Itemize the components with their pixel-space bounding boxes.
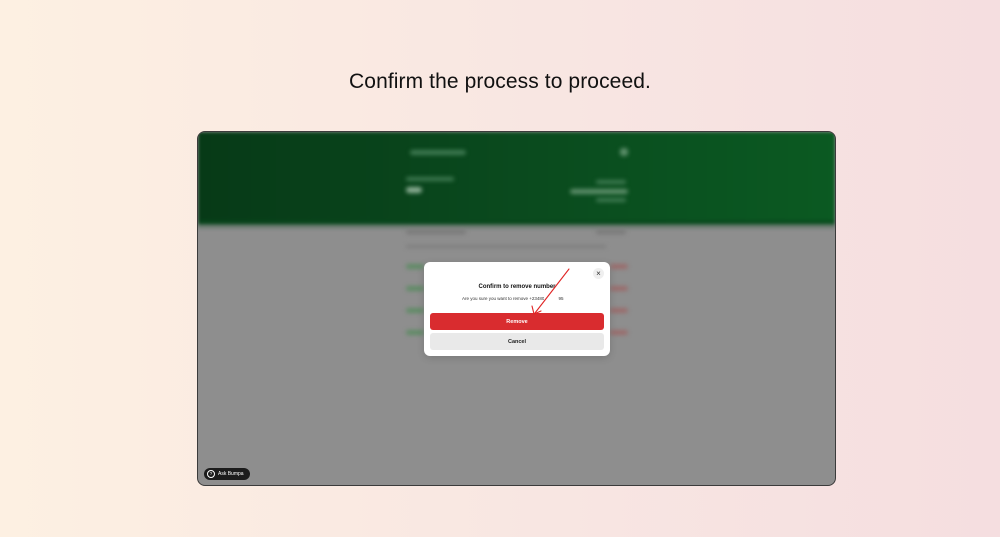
cancel-button[interactable]: Cancel <box>430 333 604 350</box>
blurred-row-1-right <box>596 230 626 234</box>
blurred-header-label <box>406 177 454 181</box>
app-header-blurred <box>198 132 835 230</box>
dialog-title: Confirm to remove number <box>478 284 556 290</box>
blurred-list-item-1-action <box>610 264 628 269</box>
blurred-list-item-1 <box>406 264 424 269</box>
blurred-header-right-a <box>596 180 626 184</box>
blurred-header-title <box>410 150 466 155</box>
blurred-list-item-3 <box>406 308 424 313</box>
blurred-row-1-left <box>406 230 466 234</box>
blurred-list-item-2-action <box>610 286 628 291</box>
remove-button[interactable]: Remove <box>430 313 604 330</box>
blurred-list-item-2 <box>406 286 424 291</box>
page-headline: Confirm the process to proceed. <box>349 70 651 93</box>
blurred-header-right-b <box>570 189 628 194</box>
confirm-remove-dialog: × Confirm to remove number Are you sure … <box>424 262 610 356</box>
blurred-header-right-c <box>596 198 626 202</box>
close-icon[interactable]: × <box>593 268 604 279</box>
blurred-list-item-3-action <box>610 308 628 313</box>
redacted-digits <box>544 296 559 301</box>
blurred-row-2 <box>406 245 606 248</box>
dialog-message: Are you sure you want to remove +23480 95 <box>462 296 563 301</box>
dialog-message-suffix: 95 <box>558 296 564 301</box>
app-screenshot: × Confirm to remove number Are you sure … <box>197 131 836 486</box>
ask-bumpa-button[interactable]: ? Ask Bumpa <box>204 468 250 480</box>
ask-bumpa-label: Ask Bumpa <box>218 471 244 477</box>
blurred-header-menu <box>620 148 628 156</box>
blurred-list-item-4-action <box>610 330 628 335</box>
dialog-message-prefix: Are you sure you want to remove +23480 <box>462 296 545 301</box>
blurred-list-item-4 <box>406 330 424 335</box>
blurred-header-value <box>406 187 422 193</box>
help-icon: ? <box>207 470 215 478</box>
